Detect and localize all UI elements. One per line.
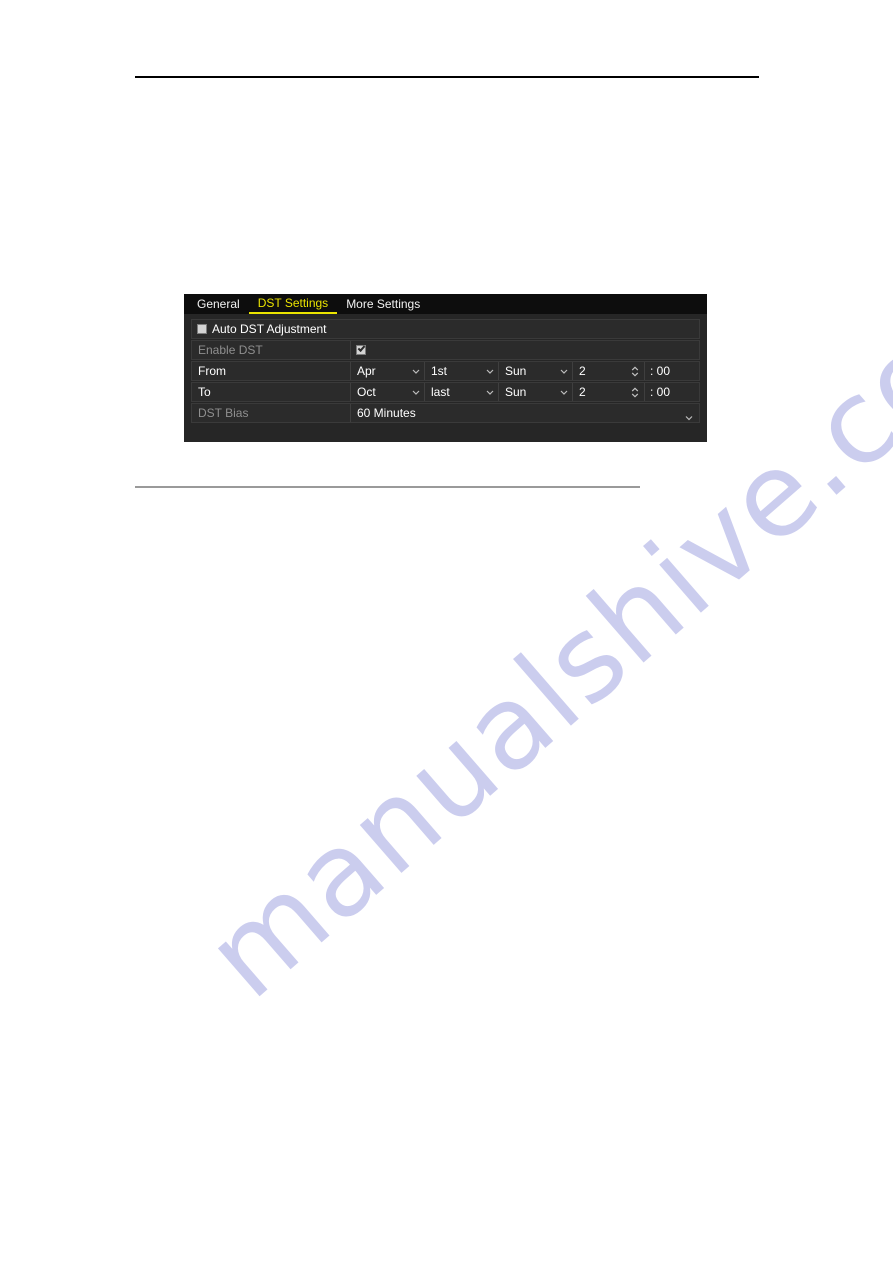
- up-down-spinner-icon-from-hour[interactable]: [631, 366, 639, 377]
- tab-more-settings[interactable]: More Settings: [337, 294, 429, 314]
- auto-dst-adjustment-label: Auto DST Adjustment: [212, 322, 327, 336]
- to-ordinal-select[interactable]: last: [425, 383, 499, 401]
- dst-bias-value: 60 Minutes: [357, 406, 416, 420]
- tab-bar: General DST Settings More Settings: [184, 294, 707, 314]
- to-label: To: [192, 383, 351, 401]
- page-rule-bottom: [135, 486, 640, 488]
- from-month-select[interactable]: Apr: [351, 362, 425, 380]
- auto-dst-adjustment-row[interactable]: Auto DST Adjustment: [191, 319, 700, 339]
- to-hour-value: 2: [579, 385, 586, 399]
- chevron-down-icon-to-month: [412, 389, 420, 396]
- tab-dst-settings[interactable]: DST Settings: [248, 294, 338, 314]
- to-row: To Oct last Sun 2: 00: [191, 382, 700, 402]
- enable-dst-label: Enable DST: [192, 341, 351, 359]
- dst-bias-row: DST Bias 60 Minutes: [191, 403, 700, 423]
- checkbox-icon-auto-dst[interactable]: [197, 324, 207, 334]
- to-minute-value[interactable]: : 00: [645, 383, 699, 401]
- watermark-text: manualshive.com: [181, 230, 893, 1025]
- enable-dst-row: Enable DST: [191, 340, 700, 360]
- dst-bias-label: DST Bias: [192, 404, 351, 422]
- up-down-spinner-icon-to-hour[interactable]: [631, 387, 639, 398]
- tab-general[interactable]: General: [188, 294, 249, 314]
- checkbox-icon-enable-dst[interactable]: [356, 345, 366, 355]
- dst-settings-panel: General DST Settings More Settings Auto …: [184, 294, 707, 442]
- from-hour-value: 2: [579, 364, 586, 378]
- chevron-down-icon-from-ordinal: [486, 368, 494, 375]
- chevron-down-icon-from-weekday: [560, 368, 568, 375]
- from-label: From: [192, 362, 351, 380]
- from-weekday-select[interactable]: Sun: [499, 362, 573, 380]
- from-row: From Apr 1st Sun 2: 00: [191, 361, 700, 381]
- chevron-down-icon-to-ordinal: [486, 389, 494, 396]
- chevron-down-icon-dst-bias: [685, 409, 693, 421]
- dst-form: Auto DST Adjustment Enable DST From Apr …: [184, 314, 707, 423]
- watermark: manualshive.com: [170, 230, 893, 1024]
- chevron-down-icon-to-weekday: [560, 389, 568, 396]
- to-weekday-select[interactable]: Sun: [499, 383, 573, 401]
- chevron-down-icon-from-month: [412, 368, 420, 375]
- from-hour-stepper[interactable]: 2: [573, 362, 645, 380]
- from-ordinal-select[interactable]: 1st: [425, 362, 499, 380]
- from-ordinal-value: 1st: [431, 364, 448, 378]
- to-ordinal-value: last: [431, 385, 450, 399]
- to-weekday-value: Sun: [505, 385, 527, 399]
- enable-dst-checkbox-cell[interactable]: [351, 341, 699, 359]
- to-hour-stepper[interactable]: 2: [573, 383, 645, 401]
- from-weekday-value: Sun: [505, 364, 527, 378]
- dst-bias-select[interactable]: 60 Minutes: [351, 404, 699, 422]
- to-month-value: Oct: [357, 385, 376, 399]
- from-minute-value[interactable]: : 00: [645, 362, 699, 380]
- to-month-select[interactable]: Oct: [351, 383, 425, 401]
- from-month-value: Apr: [357, 364, 376, 378]
- page-rule-top: [135, 76, 759, 78]
